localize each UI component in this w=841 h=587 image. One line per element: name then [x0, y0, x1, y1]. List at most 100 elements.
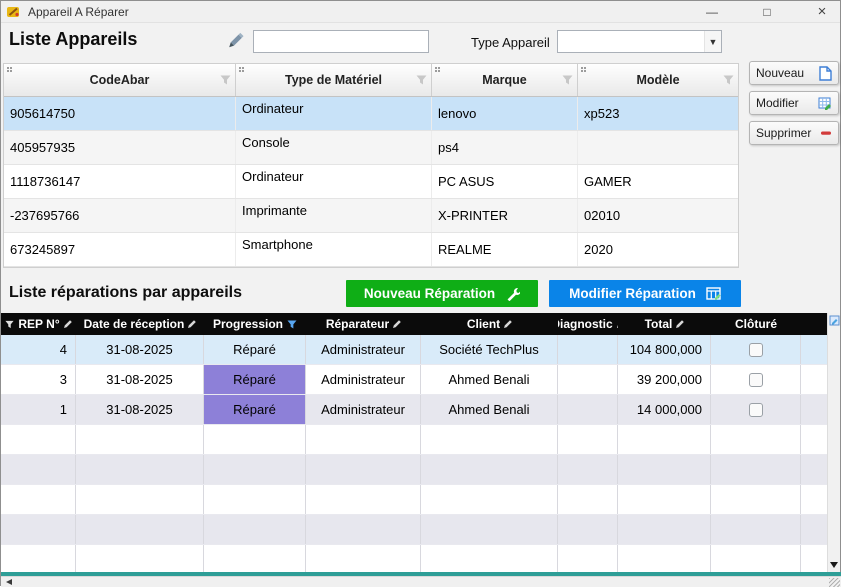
device-cell-modele: 2020: [578, 233, 738, 266]
grid-customize-icon[interactable]: [829, 315, 840, 326]
nouveau-reparation-button[interactable]: Nouveau Réparation: [346, 280, 538, 307]
devices-col-header-marque[interactable]: Marque: [432, 64, 578, 96]
repair-cell-total: [618, 545, 711, 573]
cloture-checkbox[interactable]: [749, 343, 763, 357]
new-document-icon: [819, 66, 832, 81]
repair-cell-rep-n: [1, 545, 76, 573]
repair-cell-cloture: [711, 485, 801, 514]
cloture-checkbox[interactable]: [749, 403, 763, 417]
horizontal-scrollbar[interactable]: [1, 576, 841, 587]
device-cell-codeabar: 405957935: [4, 131, 236, 164]
maximize-button[interactable]: □: [759, 2, 775, 22]
repair-cell-client: [421, 485, 558, 514]
repair-cell-diagnostic: [558, 485, 618, 514]
supprimer-button[interactable]: Supprimer: [749, 121, 839, 145]
repair-cell-rep-n: [1, 515, 76, 544]
filter-funnel-icon[interactable]: [562, 75, 573, 85]
repairs-grid-body: 4 31-08-2025 Réparé Administrateur Socié…: [1, 335, 829, 573]
devices-grid-header: CodeAbar Type de Matériel Marque Modèle: [4, 64, 738, 97]
repair-cell-total: 39 200,000: [618, 365, 711, 394]
repairs-col-header-cloture[interactable]: Clôturé: [711, 313, 801, 335]
repair-row[interactable]: [1, 515, 829, 545]
cloture-checkbox[interactable]: [749, 373, 763, 387]
repairs-col-header-reparateur[interactable]: Réparateur: [306, 313, 421, 335]
repair-row[interactable]: [1, 455, 829, 485]
repair-cell-total: [618, 515, 711, 544]
repair-cell-reparateur: [306, 485, 421, 514]
filter-funnel-icon[interactable]: [723, 75, 734, 85]
repair-cell-cloture: [711, 365, 801, 394]
repair-cell-date: 31-08-2025: [76, 365, 204, 394]
repair-cell-diagnostic: [558, 425, 618, 454]
vertical-scrollbar[interactable]: [827, 313, 840, 573]
device-row[interactable]: 405957935 Console ps4: [4, 131, 738, 165]
repair-row[interactable]: [1, 545, 829, 573]
repair-cell-cloture: [711, 335, 801, 364]
repair-cell-client: [421, 455, 558, 484]
device-row[interactable]: 905614750 Ordinateur lenovo xp523: [4, 97, 738, 131]
scroll-left-arrow-icon[interactable]: [6, 579, 12, 585]
filter-funnel-icon[interactable]: [416, 75, 427, 85]
edit-pencil-icon: [188, 320, 196, 328]
repair-row[interactable]: [1, 425, 829, 455]
repair-cell-date: 31-08-2025: [76, 335, 204, 364]
modifier-button[interactable]: Modifier: [749, 91, 839, 115]
filter-funnel-icon[interactable]: [220, 75, 231, 85]
device-row[interactable]: 1118736147 Ordinateur PC ASUS GAMER: [4, 165, 738, 199]
active-filter-funnel-icon[interactable]: [287, 320, 297, 329]
repair-row[interactable]: 3 31-08-2025 Réparé Administrateur Ahmed…: [1, 365, 829, 395]
devices-col-header-codeabar[interactable]: CodeAbar: [4, 64, 236, 96]
repair-cell-diagnostic: [558, 455, 618, 484]
device-cell-type: Console: [236, 131, 432, 164]
repair-cell-date: [76, 455, 204, 484]
modifier-reparation-button[interactable]: Modifier Réparation: [549, 280, 741, 307]
repairs-col-header-spacer: [801, 313, 829, 335]
repair-cell-diagnostic: [558, 395, 618, 424]
minimize-button[interactable]: —: [704, 2, 720, 22]
repair-cell-progression: [204, 515, 306, 544]
repair-cell-cloture: [711, 515, 801, 544]
repair-cell-rep-n: 3: [1, 365, 76, 394]
window-controls: — □ ×: [704, 2, 840, 22]
repair-cell-diagnostic: [558, 515, 618, 544]
device-cell-marque: PC ASUS: [432, 165, 578, 198]
chevron-down-icon[interactable]: ▼: [704, 31, 721, 52]
repair-row[interactable]: [1, 485, 829, 515]
repair-cell-client: [421, 515, 558, 544]
device-cell-codeabar: 1118736147: [4, 165, 236, 198]
repairs-grid-header: REP N° Date de réception Progression Rép…: [1, 313, 829, 335]
repair-cell-date: [76, 545, 204, 573]
devices-col-header-modele[interactable]: Modèle: [578, 64, 738, 96]
devices-grid-body: 905614750 Ordinateur lenovo xp523 405957…: [4, 97, 738, 267]
device-row[interactable]: 673245897 Smartphone REALME 2020: [4, 233, 738, 267]
repairs-col-header-progression[interactable]: Progression: [204, 313, 306, 335]
repairs-col-header-total[interactable]: Total: [618, 313, 711, 335]
repair-cell-progression: Réparé: [204, 395, 306, 424]
device-cell-modele: 02010: [578, 199, 738, 232]
repair-cell-reparateur: Administrateur: [306, 335, 421, 364]
repair-cell-progression: [204, 485, 306, 514]
repairs-col-header-rep-n[interactable]: REP N°: [1, 313, 76, 335]
repair-cell-diagnostic: [558, 365, 618, 394]
repairs-col-header-date[interactable]: Date de réception: [76, 313, 204, 335]
device-cell-type: Smartphone: [236, 233, 432, 266]
close-button[interactable]: ×: [814, 2, 830, 22]
device-row[interactable]: -237695766 Imprimante X-PRINTER 02010: [4, 199, 738, 233]
nouveau-button[interactable]: Nouveau: [749, 61, 839, 85]
repair-row[interactable]: 4 31-08-2025 Réparé Administrateur Socié…: [1, 335, 829, 365]
type-appareil-combobox[interactable]: ▼: [557, 30, 722, 53]
device-cell-marque: X-PRINTER: [432, 199, 578, 232]
device-cell-type: Imprimante: [236, 199, 432, 232]
repair-cell-total: 14 000,000: [618, 395, 711, 424]
devices-col-header-type[interactable]: Type de Matériel: [236, 64, 432, 96]
codeabar-input[interactable]: [253, 30, 429, 53]
scroll-down-arrow-icon[interactable]: [830, 562, 838, 568]
drag-dots-icon: [239, 67, 241, 69]
repair-cell-progression: Réparé: [204, 335, 306, 364]
filter-funnel-icon[interactable]: [5, 320, 14, 329]
repairs-col-header-diagnostic[interactable]: Diagnostic: [558, 313, 618, 335]
repair-cell-rep-n: 4: [1, 335, 76, 364]
repairs-col-header-client[interactable]: Client: [421, 313, 558, 335]
repair-row[interactable]: 1 31-08-2025 Réparé Administrateur Ahmed…: [1, 395, 829, 425]
edit-table-icon: [706, 287, 721, 300]
